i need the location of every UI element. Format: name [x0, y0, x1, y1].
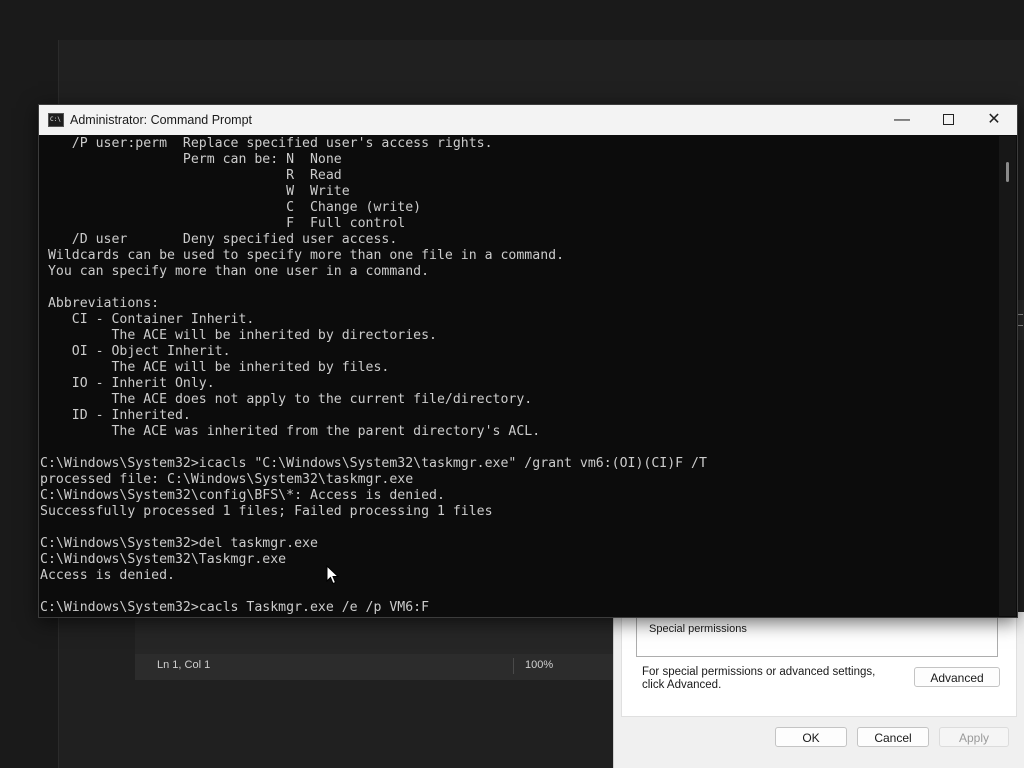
console-line: C Change (write) — [40, 200, 422, 215]
console-line: /D user Deny specified user access. — [40, 232, 398, 247]
console-line: C:\Windows\System32>del taskmgr.exe — [40, 536, 318, 551]
console-line: You can specify more than one user in a … — [40, 264, 430, 279]
cancel-button[interactable]: Cancel — [857, 727, 929, 747]
mouse-pointer-icon — [326, 565, 340, 585]
desktop: Ln 1, Col 1 100% Special permissions For… — [0, 0, 1024, 768]
permissions-list[interactable]: Special permissions — [636, 612, 998, 657]
apply-button[interactable]: Apply — [939, 727, 1009, 747]
console-line: /P user:perm Replace specified user's ac… — [40, 136, 493, 151]
minimize-icon: — — [894, 111, 910, 128]
console-output[interactable]: /P user:perm Replace specified user's ac… — [40, 136, 995, 616]
console-line: C:\Windows\System32\Taskmgr.exe — [40, 552, 287, 567]
console-line: Successfully processed 1 files; Failed p… — [40, 504, 493, 519]
console-line: Abbreviations: — [40, 296, 160, 311]
console-line: R Read — [40, 168, 342, 183]
advanced-settings-hint: For special permissions or advanced sett… — [642, 666, 876, 691]
ok-button[interactable]: OK — [775, 727, 847, 747]
advanced-button[interactable]: Advanced — [914, 667, 1000, 687]
close-icon: ✕ — [987, 111, 1001, 128]
console-scrollbar[interactable] — [999, 136, 1016, 616]
status-separator — [513, 658, 514, 674]
window-title: Administrator: Command Prompt — [70, 113, 253, 127]
notepad-editor-area[interactable] — [135, 614, 615, 654]
cmd-app-icon[interactable]: C:\ — [48, 113, 64, 127]
console-line: C:\Windows\System32\config\BFS\*: Access… — [40, 488, 445, 503]
close-button[interactable]: ✕ — [971, 105, 1017, 135]
console-line: ID - Inherited. — [40, 408, 191, 423]
cmd-title-bar[interactable]: C:\ Administrator: Command Prompt — ✕ — [39, 105, 1017, 135]
console-line: Wildcards can be used to specify more th… — [40, 248, 565, 263]
security-tab-panel: Special permissions For special permissi… — [621, 612, 1017, 717]
console-line: C:\Windows\System32>cacls Taskmgr.exe /e… — [40, 600, 430, 615]
console-line: Access is denied. — [40, 568, 175, 583]
cursor-position-indicator: Ln 1, Col 1 — [157, 659, 211, 671]
console-line: CI - Container Inherit. — [40, 312, 255, 327]
console-line: The ACE does not apply to the current fi… — [40, 392, 533, 407]
console-line: IO - Inherit Only. — [40, 376, 215, 391]
console-line: The ACE will be inherited by directories… — [40, 328, 437, 343]
scrollbar-thumb[interactable] — [1006, 162, 1009, 182]
console-line: W Write — [40, 184, 350, 199]
console-line: Perm can be: N None — [40, 152, 342, 167]
command-prompt-window[interactable]: C:\ Administrator: Command Prompt — ✕ /P… — [38, 104, 1018, 618]
console-line: The ACE was inherited from the parent di… — [40, 424, 541, 439]
notepad-status-bar: Ln 1, Col 1 100% — [135, 654, 615, 680]
console-line: The ACE will be inherited by files. — [40, 360, 390, 375]
console-lines: /P user:perm Replace specified user's ac… — [40, 136, 995, 616]
console-line: C:\Windows\System32>icacls "C:\Windows\S… — [40, 456, 707, 471]
console-line: OI - Object Inherit. — [40, 344, 231, 359]
zoom-level-indicator[interactable]: 100% — [525, 659, 553, 671]
console-line: processed file: C:\Windows\System32\task… — [40, 472, 414, 487]
maximize-icon — [942, 114, 954, 126]
console-line: F Full control — [40, 216, 406, 231]
permission-row-special[interactable]: Special permissions — [649, 623, 747, 635]
minimize-button[interactable]: — — [879, 105, 925, 135]
file-properties-dialog: Special permissions For special permissi… — [613, 612, 1024, 768]
maximize-button[interactable] — [925, 105, 971, 135]
